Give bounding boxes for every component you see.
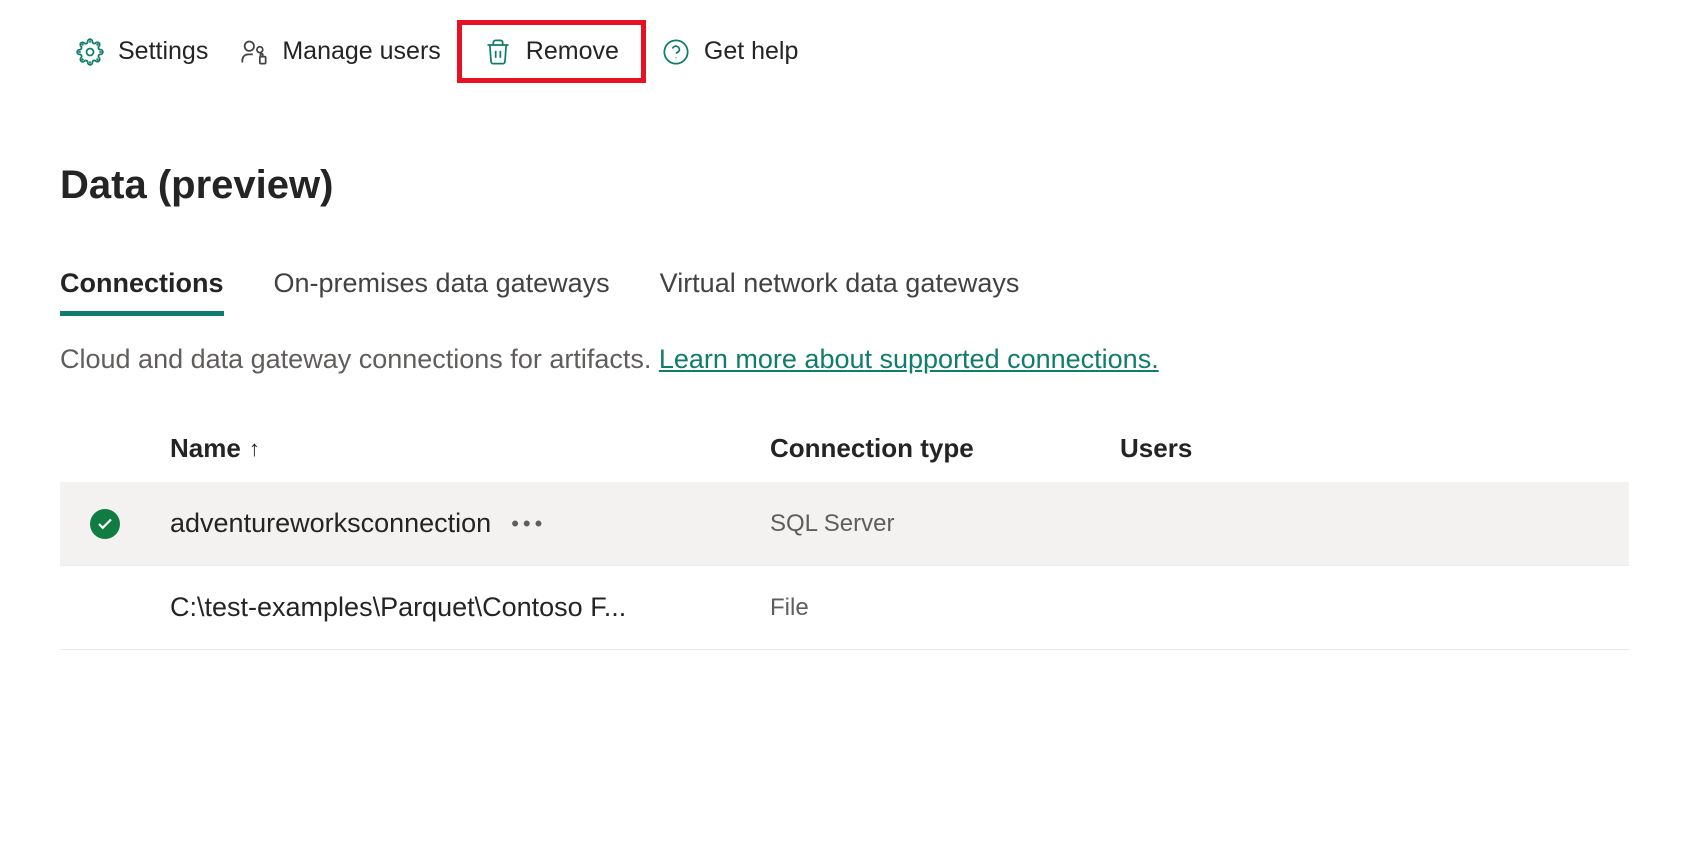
checkmark-icon[interactable] bbox=[90, 509, 120, 539]
remove-label: Remove bbox=[526, 37, 619, 66]
column-header-type[interactable]: Connection type bbox=[770, 433, 1120, 464]
settings-button[interactable]: Settings bbox=[60, 27, 224, 76]
remove-highlight: Remove bbox=[457, 20, 646, 83]
sort-ascending-icon: ↑ bbox=[249, 436, 260, 462]
connection-name: C:\test-examples\Parquet\Contoso F... bbox=[170, 592, 626, 623]
connection-type: SQL Server bbox=[770, 510, 1120, 538]
tabs: Connections On-premises data gateways Vi… bbox=[0, 238, 1689, 316]
connection-name: adventureworksconnection bbox=[170, 508, 491, 539]
tab-connections[interactable]: Connections bbox=[60, 268, 224, 316]
toolbar: Settings Manage users bbox=[0, 0, 1689, 103]
learn-more-link[interactable]: Learn more about supported connections. bbox=[659, 344, 1159, 374]
column-header-name[interactable]: Name ↑ bbox=[170, 433, 770, 464]
tab-virtual-network[interactable]: Virtual network data gateways bbox=[660, 268, 1020, 316]
manage-users-label: Manage users bbox=[282, 37, 440, 66]
gear-icon bbox=[76, 38, 104, 66]
get-help-button[interactable]: Get help bbox=[646, 27, 815, 76]
page-title: Data (preview) bbox=[0, 103, 1689, 238]
description: Cloud and data gateway connections for a… bbox=[0, 316, 1689, 415]
tab-on-premises[interactable]: On-premises data gateways bbox=[274, 268, 610, 316]
remove-button[interactable]: Remove bbox=[470, 31, 633, 72]
table-row[interactable]: adventureworksconnection ••• SQL Server bbox=[60, 482, 1629, 566]
connections-table: Name ↑ Connection type Users adventurewo… bbox=[0, 415, 1689, 650]
table-row[interactable]: C:\test-examples\Parquet\Contoso F... Fi… bbox=[60, 566, 1629, 650]
people-icon bbox=[240, 38, 268, 66]
trash-icon bbox=[484, 38, 512, 66]
get-help-label: Get help bbox=[704, 37, 799, 66]
manage-users-button[interactable]: Manage users bbox=[224, 27, 456, 76]
connection-type: File bbox=[770, 594, 1120, 622]
settings-label: Settings bbox=[118, 37, 208, 66]
more-options-icon[interactable]: ••• bbox=[511, 511, 546, 537]
help-icon bbox=[662, 38, 690, 66]
column-header-users[interactable]: Users bbox=[1120, 433, 1629, 464]
description-text: Cloud and data gateway connections for a… bbox=[60, 344, 659, 374]
table-header: Name ↑ Connection type Users bbox=[60, 415, 1629, 482]
